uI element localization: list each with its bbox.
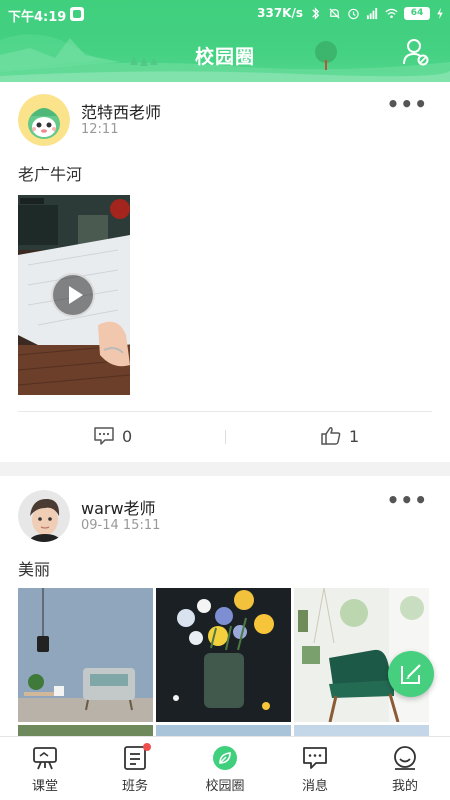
thumbs-up-icon — [321, 427, 341, 445]
avatar-image — [18, 490, 70, 542]
more-options-icon[interactable]: ••• — [387, 92, 428, 116]
compose-post-button[interactable] — [388, 651, 434, 697]
post-video-thumbnail[interactable] — [18, 195, 130, 395]
status-indicators: 337K/s 64 — [257, 6, 444, 20]
nav-label: 我的 — [391, 779, 418, 794]
nav-item-classroom[interactable]: 课堂 — [0, 737, 90, 800]
wifi-icon — [385, 8, 398, 18]
post-card: warw老师 09-14 15:11 ••• 美丽 — [0, 476, 450, 736]
bottom-nav: 课堂 班务 校园圈 消息 我的 — [0, 736, 450, 800]
author-avatar[interactable] — [18, 490, 70, 542]
nav-item-messages[interactable]: 消息 — [270, 737, 360, 800]
nav-label: 消息 — [301, 779, 328, 794]
status-bar: 下午4:19 337K/s 64 — [0, 0, 450, 30]
status-time: 下午4:19 — [8, 10, 67, 25]
post-image[interactable] — [156, 588, 291, 722]
app-notification-icon — [70, 7, 84, 21]
alarm-icon — [348, 8, 359, 19]
like-count: 1 — [349, 426, 360, 446]
nav-item-profile[interactable]: 我的 — [360, 737, 450, 800]
mute-icon — [329, 7, 340, 19]
user-settings-icon[interactable] — [402, 38, 430, 66]
post-image-grid — [18, 588, 429, 722]
notification-badge — [143, 743, 151, 751]
nav-label: 课堂 — [31, 779, 58, 794]
page-title: 校园圈 — [194, 46, 255, 68]
more-options-icon[interactable]: ••• — [387, 488, 428, 512]
author-name[interactable]: warw老师 — [81, 495, 156, 519]
action-separator — [225, 430, 226, 444]
post-content: 美丽 — [18, 560, 51, 579]
post-time: 12:11 — [81, 122, 119, 137]
room-photo — [18, 588, 153, 722]
header: 下午4:19 337K/s 64 校园圈 — [0, 0, 450, 82]
post-card: 范特西老师 12:11 ••• 老广牛河 0 1 — [0, 82, 450, 462]
nav-label: 校园圈 — [205, 779, 245, 794]
author-name[interactable]: 范特西老师 — [81, 99, 161, 123]
signal-icon — [366, 7, 378, 19]
avatar-image — [18, 94, 70, 146]
campus-circle-icon — [213, 746, 237, 770]
flowers-photo — [156, 588, 291, 722]
bluetooth-icon — [312, 6, 320, 20]
post-time: 09-14 15:11 — [81, 518, 161, 533]
post-content: 老广牛河 — [18, 165, 83, 184]
comment-count: 0 — [122, 426, 133, 446]
author-avatar[interactable] — [18, 94, 70, 146]
divider — [18, 411, 432, 412]
app-screen: 下午4:19 337K/s 64 校园圈 范特西老师 12:11 ••• 老广牛… — [0, 0, 450, 800]
post-feed[interactable]: 范特西老师 12:11 ••• 老广牛河 0 1 warw老师 09-14 15… — [0, 82, 450, 736]
comment-button[interactable]: 0 — [93, 426, 132, 446]
post-image[interactable] — [18, 725, 153, 736]
post-image[interactable] — [18, 588, 153, 722]
comment-icon — [94, 427, 114, 445]
profile-icon — [394, 746, 416, 770]
post-image[interactable] — [156, 725, 291, 736]
post-image[interactable] — [294, 725, 429, 736]
class-affairs-icon-wrap — [122, 743, 151, 771]
battery-indicator: 64 — [404, 6, 430, 20]
post-image-row — [18, 725, 429, 736]
like-button[interactable]: 1 — [320, 426, 359, 446]
network-speed: 337K/s — [257, 6, 303, 20]
nav-label: 班务 — [121, 779, 148, 794]
message-icon — [303, 747, 327, 769]
classroom-icon — [33, 747, 57, 770]
edit-icon — [401, 664, 421, 684]
nav-item-class-affairs[interactable]: 班务 — [90, 737, 180, 800]
charging-icon — [437, 7, 443, 19]
nav-item-campus-circle[interactable]: 校园圈 — [180, 737, 270, 800]
play-icon[interactable] — [51, 273, 95, 317]
